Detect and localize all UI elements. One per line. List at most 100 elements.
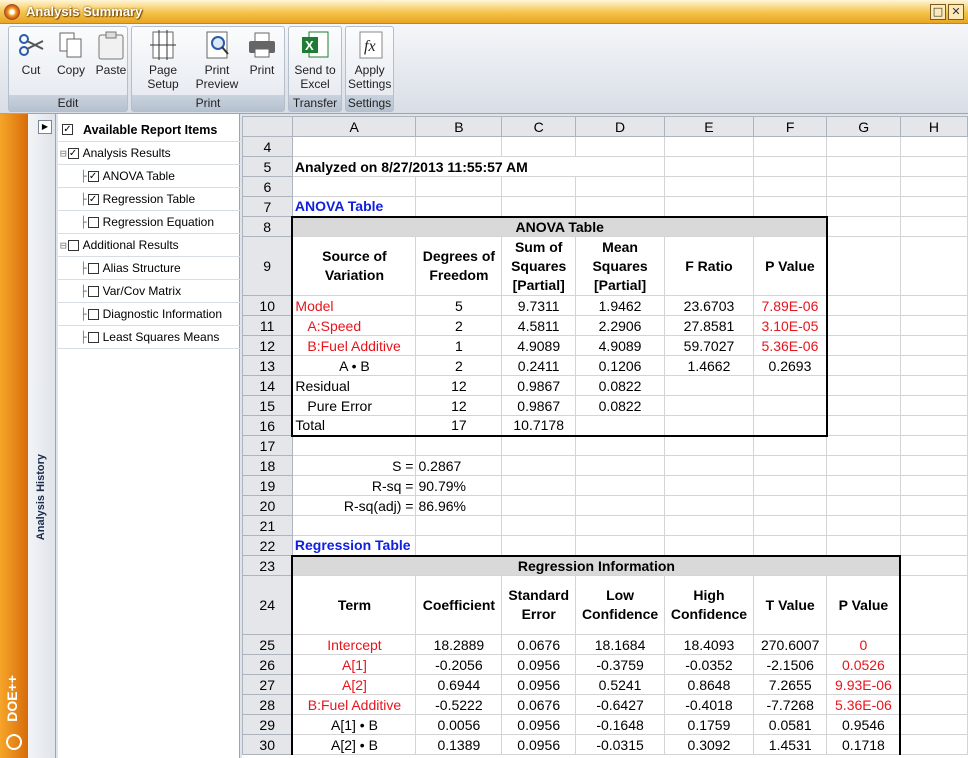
cell[interactable] [826,315,901,336]
tree-item[interactable]: ├ Regression Equation [58,211,240,234]
analysis-history-pane[interactable]: Analysis History [28,114,56,758]
anova-cell[interactable]: 2 [415,315,503,336]
cell[interactable] [501,435,577,456]
anova-column-header[interactable]: P Value [752,236,828,296]
stat-label[interactable]: S = [291,455,417,476]
anova-column-header[interactable]: Sum of Squares [Partial] [501,236,577,296]
col-header[interactable]: C [501,116,577,137]
cell[interactable] [752,435,828,456]
row-header[interactable]: 28 [242,694,293,715]
regression-cell[interactable]: 0.6944 [415,674,503,695]
row-header[interactable]: 14 [242,375,293,396]
cell[interactable] [899,515,968,536]
regression-cell[interactable]: 0.1718 [826,734,902,755]
row-header[interactable]: 19 [242,475,293,496]
regression-cell[interactable]: A[2] [291,674,417,695]
row-header[interactable]: 9 [242,236,293,296]
cell[interactable] [575,196,666,217]
anova-cell[interactable]: 0.0822 [575,375,666,396]
cell[interactable] [899,196,968,217]
row-header[interactable]: 5 [242,156,293,177]
cell[interactable] [899,216,968,237]
anova-cell[interactable]: 12 [415,375,503,396]
regression-cell[interactable]: 0.0676 [501,694,577,715]
regression-cell[interactable]: 0.9546 [826,714,902,735]
cell[interactable] [899,176,968,197]
stat-value[interactable]: 0.2867 [415,455,503,476]
cell[interactable] [899,156,968,177]
cell[interactable] [752,495,828,516]
tree-item[interactable]: ├ Diagnostic Information [58,303,240,326]
tree-item-checkbox[interactable] [87,285,99,297]
anova-column-header[interactable]: Mean Squares [Partial] [575,236,666,296]
stat-value[interactable]: 86.96% [415,495,503,516]
cell[interactable] [899,734,968,755]
regression-cell[interactable]: 7.2655 [752,674,828,695]
anova-cell[interactable] [575,415,666,437]
stat-value[interactable]: 90.79% [415,475,503,496]
anova-cell[interactable]: 0.9867 [501,395,577,416]
cell[interactable] [826,455,901,476]
row-header[interactable]: 13 [242,355,293,376]
anova-cell[interactable]: 0.2693 [752,355,828,376]
col-header[interactable]: E [664,116,754,137]
cell[interactable] [826,295,901,316]
col-header[interactable]: G [826,116,901,137]
anova-cell[interactable] [752,375,828,396]
tree-item[interactable]: ├ Var/Cov Matrix [58,280,240,303]
anova-cell[interactable]: B:Fuel Additive [291,335,417,356]
row-header[interactable]: 7 [242,196,293,217]
cell[interactable] [899,395,968,416]
regression-cell[interactable]: Intercept [291,634,417,655]
cell[interactable] [575,455,666,476]
tree-item-checkbox[interactable] [67,239,79,251]
cell[interactable] [899,315,968,336]
cell[interactable] [826,435,901,456]
cell[interactable] [899,236,968,296]
tree-item[interactable]: ├ ✓ ANOVA Table [58,165,240,188]
anova-cell[interactable]: 1.4662 [664,355,754,376]
cell[interactable] [826,375,901,396]
anova-cell[interactable]: Pure Error [291,395,417,416]
cell[interactable] [664,435,754,456]
regression-cell[interactable]: -7.7268 [752,694,828,715]
cell[interactable] [291,136,417,157]
cell[interactable] [752,475,828,496]
cell[interactable] [501,535,577,556]
apply-settings-button[interactable]: fx Apply Settings [348,29,391,91]
row-header[interactable]: 18 [242,455,293,476]
row-header[interactable]: 25 [242,634,293,655]
tree-header[interactable]: ✓ Available Report Items [58,118,240,142]
cell[interactable] [826,415,901,436]
col-header[interactable]: A [291,116,417,137]
regression-cell[interactable]: -0.5222 [415,694,503,715]
regression-column-header[interactable]: Term [291,575,417,635]
cell[interactable] [899,335,968,356]
cell[interactable] [826,395,901,416]
regression-cell[interactable]: 0.1389 [415,734,503,755]
anova-cell[interactable]: 0.2411 [501,355,577,376]
regression-cell[interactable]: 0.0676 [501,634,577,655]
cell[interactable] [415,196,503,217]
cell[interactable] [752,196,828,217]
corner-cell[interactable] [242,116,293,137]
regression-cell[interactable]: 0.0956 [501,734,577,755]
cell[interactable] [501,495,577,516]
row-header[interactable]: 8 [242,216,293,237]
cell[interactable] [664,495,754,516]
anova-column-header[interactable]: Degrees of Freedom [415,236,503,296]
anova-cell[interactable]: A:Speed [291,315,417,336]
regression-cell[interactable]: -0.0315 [575,734,666,755]
anova-cell[interactable]: 5.36E-06 [752,335,828,356]
regression-column-header[interactable]: Low Confidence [575,575,666,635]
anova-cell[interactable]: 9.7311 [501,295,577,316]
row-header[interactable]: 23 [242,555,293,576]
send-to-excel-button[interactable]: X Send to Excel [291,29,339,91]
cell[interactable] [752,455,828,476]
regression-cell[interactable]: -0.2056 [415,654,503,675]
regression-header[interactable]: Regression Information [291,554,902,576]
row-header[interactable]: 15 [242,395,293,416]
stat-label[interactable]: R-sq(adj) = [291,495,417,516]
col-header[interactable]: D [575,116,666,137]
cell[interactable] [826,176,901,197]
